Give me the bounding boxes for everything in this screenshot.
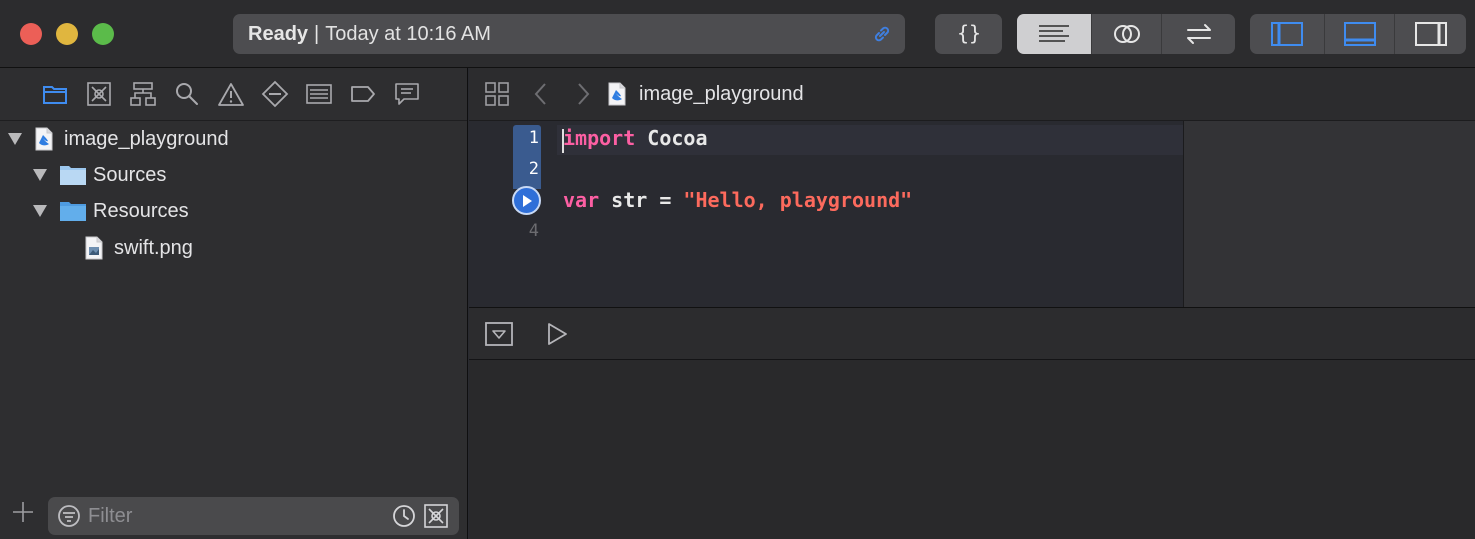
tree-item-label: Resources xyxy=(93,199,189,222)
code-line-1: import Cocoa xyxy=(563,126,708,150)
standard-editor-button[interactable] xyxy=(1017,14,1092,54)
run-to-line-button[interactable] xyxy=(512,186,541,215)
results-sidebar xyxy=(1183,121,1475,307)
line-number: 1 xyxy=(528,128,539,148)
folder-icon xyxy=(60,202,86,221)
svg-text:{}: {} xyxy=(956,21,980,45)
status-time: Today at 10:16 AM xyxy=(325,22,491,45)
version-editor-icon xyxy=(1186,24,1211,44)
minimize-window-button[interactable] xyxy=(56,23,78,45)
panel-visibility-control xyxy=(1250,14,1466,54)
assistant-editor-button[interactable] xyxy=(1092,14,1162,54)
playground-file-icon xyxy=(35,127,53,151)
source-control-icon xyxy=(87,82,111,106)
execute-playground-icon[interactable] xyxy=(544,321,570,347)
activity-viewer: Ready | Today at 10:16 AM xyxy=(233,14,905,54)
breakpoint-icon xyxy=(351,86,375,102)
tree-item-swift-png[interactable]: swift.png xyxy=(84,232,193,264)
jump-bar-file[interactable]: image_playground xyxy=(639,83,804,106)
disclosure-triangle-icon[interactable] xyxy=(33,169,47,181)
tab-issue-navigator[interactable] xyxy=(217,80,245,108)
warning-icon xyxy=(218,83,244,106)
window-toolbar: Ready | Today at 10:16 AM {} xyxy=(0,0,1475,68)
keyword-token: var xyxy=(563,188,600,212)
tab-debug-navigator[interactable] xyxy=(305,80,333,108)
identifier-token: Cocoa xyxy=(635,126,708,150)
recent-files-icon[interactable] xyxy=(391,503,417,529)
project-navigator: image_playground Sources Resources swift… xyxy=(0,68,468,539)
filter-input[interactable] xyxy=(88,504,378,528)
line-number: 4 xyxy=(528,221,539,241)
editor-mode-control xyxy=(1017,14,1235,54)
keyword-token: import xyxy=(563,126,636,150)
debug-icon xyxy=(306,84,332,104)
test-icon xyxy=(261,80,289,108)
assistant-editor-icon xyxy=(1113,25,1140,43)
add-icon[interactable] xyxy=(10,499,36,525)
disclosure-triangle-icon[interactable] xyxy=(33,205,47,217)
debug-panel-icon xyxy=(1343,22,1376,46)
zoom-window-button[interactable] xyxy=(92,23,114,45)
folder-icon xyxy=(60,166,86,185)
related-items-icon[interactable] xyxy=(483,80,511,108)
tree-item-image-playground[interactable]: image_playground xyxy=(8,123,229,155)
tab-report-navigator[interactable] xyxy=(393,80,421,108)
close-window-button[interactable] xyxy=(20,23,42,45)
tree-item-label: swift.png xyxy=(114,236,193,259)
image-file-icon xyxy=(85,236,103,260)
tree-item-label: Sources xyxy=(93,163,167,186)
line-number: 2 xyxy=(528,159,539,179)
playground-file-icon xyxy=(608,82,626,106)
tree-item-label: image_playground xyxy=(64,127,229,150)
play-icon xyxy=(522,194,532,207)
code-line-3: var str = "Hello, playground" xyxy=(563,188,912,212)
debug-bar xyxy=(469,307,1475,360)
navigator-tabs xyxy=(0,68,467,121)
navigator-filter-bar xyxy=(0,493,467,539)
library-button[interactable]: {} xyxy=(935,14,1002,54)
folder-icon xyxy=(43,86,67,104)
version-editor-button[interactable] xyxy=(1162,14,1235,54)
standard-editor-icon xyxy=(1039,25,1069,42)
build-status: Ready xyxy=(248,22,309,45)
toggle-debug-area-button[interactable] xyxy=(1325,14,1395,54)
tab-test-navigator[interactable] xyxy=(261,80,289,108)
string-literal-token: "Hello, playground" xyxy=(683,188,913,212)
back-icon[interactable] xyxy=(531,80,551,108)
tree-item-sources[interactable]: Sources xyxy=(33,159,166,191)
filter-field xyxy=(48,497,459,535)
tree-item-resources[interactable]: Resources xyxy=(33,195,189,227)
report-icon xyxy=(395,83,419,105)
tab-find-navigator[interactable] xyxy=(173,80,201,108)
hide-debug-area-icon[interactable] xyxy=(484,321,514,347)
navigator-panel-icon xyxy=(1271,22,1303,46)
tab-breakpoint-navigator[interactable] xyxy=(349,80,377,108)
console-area[interactable] xyxy=(469,360,1475,539)
source-control-filter-icon[interactable] xyxy=(423,503,449,529)
tab-symbol-navigator[interactable] xyxy=(129,80,157,108)
toggle-inspector-button[interactable] xyxy=(1395,14,1466,54)
link-icon[interactable] xyxy=(871,23,893,45)
forward-icon[interactable] xyxy=(573,80,593,108)
source-editor[interactable]: 1 2 4 import Cocoa var str = "Hello, pla… xyxy=(469,121,1183,307)
disclosure-triangle-icon[interactable] xyxy=(8,133,22,145)
identifier-token: str = xyxy=(599,188,684,212)
curly-braces-icon: {} xyxy=(956,21,980,45)
tab-project-navigator[interactable] xyxy=(41,80,69,108)
search-icon xyxy=(176,83,198,105)
filter-icon[interactable] xyxy=(56,503,82,529)
inspector-panel-icon xyxy=(1414,22,1447,46)
tab-source-control-navigator[interactable] xyxy=(85,80,113,108)
jump-bar: image_playground xyxy=(469,68,1475,121)
status-separator: | xyxy=(314,22,320,45)
hierarchy-icon xyxy=(130,82,156,106)
toggle-navigator-button[interactable] xyxy=(1250,14,1325,54)
